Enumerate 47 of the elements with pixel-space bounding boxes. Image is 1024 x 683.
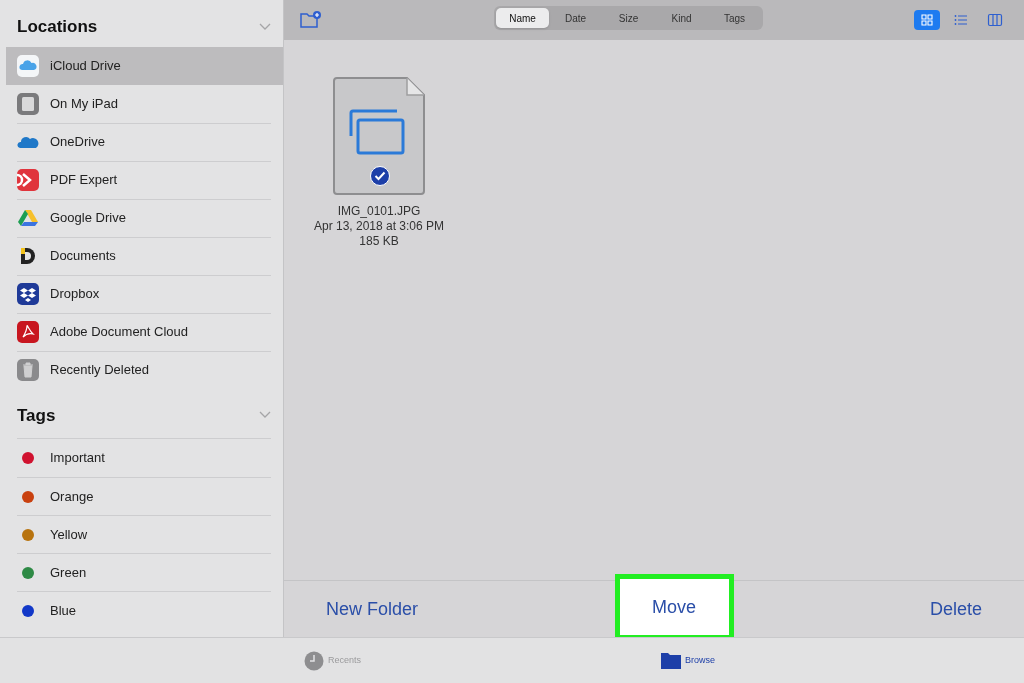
sidebar-item[interactable]: Adobe Document Cloud bbox=[17, 312, 271, 351]
cloud-icon bbox=[17, 54, 39, 77]
sort-tab[interactable]: Tags bbox=[708, 8, 761, 28]
sort-tab[interactable]: Name bbox=[496, 8, 549, 28]
pdf-app-icon bbox=[17, 169, 39, 191]
file-size: 185 KB bbox=[359, 234, 399, 249]
action-button[interactable]: Delete bbox=[917, 595, 994, 623]
cloud-icon bbox=[17, 135, 39, 149]
sidebar-item[interactable]: Yellow bbox=[17, 515, 271, 553]
letter-d-icon bbox=[18, 246, 38, 266]
tablet-icon bbox=[17, 92, 39, 115]
sidebar-item[interactable]: Recently Deleted bbox=[17, 350, 271, 389]
sidebar-item[interactable]: Google Drive bbox=[17, 198, 271, 237]
sidebar-item[interactable]: iCloud Drive bbox=[6, 46, 283, 85]
sidebar-item[interactable]: Documents bbox=[17, 236, 271, 275]
sidebar-item[interactable]: Dropbox bbox=[17, 274, 271, 313]
file-name: IMG_0101.JPG bbox=[337, 204, 421, 219]
pdf-app-icon bbox=[17, 321, 39, 343]
sort-tab[interactable]: Size bbox=[602, 8, 655, 28]
folder-icon bbox=[661, 652, 681, 669]
tab-bar-item[interactable]: Browse bbox=[661, 652, 715, 669]
sidebar-item[interactable]: Important bbox=[17, 439, 271, 477]
action-button[interactable]: Move bbox=[614, 574, 734, 640]
triangle-icon bbox=[18, 209, 38, 227]
file-date: Apr 13, 2018 at 3:06 PM bbox=[313, 219, 445, 234]
sidebar-item[interactable]: On My iPad bbox=[17, 84, 271, 123]
trash-icon bbox=[17, 359, 39, 381]
columns-icon bbox=[987, 12, 1003, 28]
section-heading: Locations bbox=[17, 16, 98, 38]
action-button[interactable]: New Folder bbox=[314, 595, 431, 623]
chevron-icon[interactable] bbox=[259, 22, 271, 31]
box-app-icon bbox=[17, 283, 39, 305]
sidebar-item[interactable]: Green bbox=[17, 553, 271, 591]
sidebar-item[interactable]: PDF Expert bbox=[17, 160, 271, 199]
sidebar-item[interactable]: Blue bbox=[17, 591, 271, 629]
sidebar-item[interactable]: OneDrive bbox=[17, 122, 271, 161]
sidebar-item[interactable]: Orange bbox=[17, 477, 271, 515]
list-icon bbox=[953, 12, 969, 28]
grid-view-button[interactable] bbox=[914, 10, 940, 30]
grid-icon bbox=[919, 12, 935, 28]
new-folder-icon[interactable] bbox=[300, 11, 322, 29]
file-icon[interactable] bbox=[332, 76, 426, 196]
section-heading: Tags bbox=[17, 404, 56, 427]
chevron-icon[interactable] bbox=[259, 411, 271, 420]
sort-tab[interactable]: Date bbox=[549, 8, 602, 28]
sort-tab[interactable]: Kind bbox=[655, 8, 708, 28]
clock-icon bbox=[304, 650, 324, 671]
